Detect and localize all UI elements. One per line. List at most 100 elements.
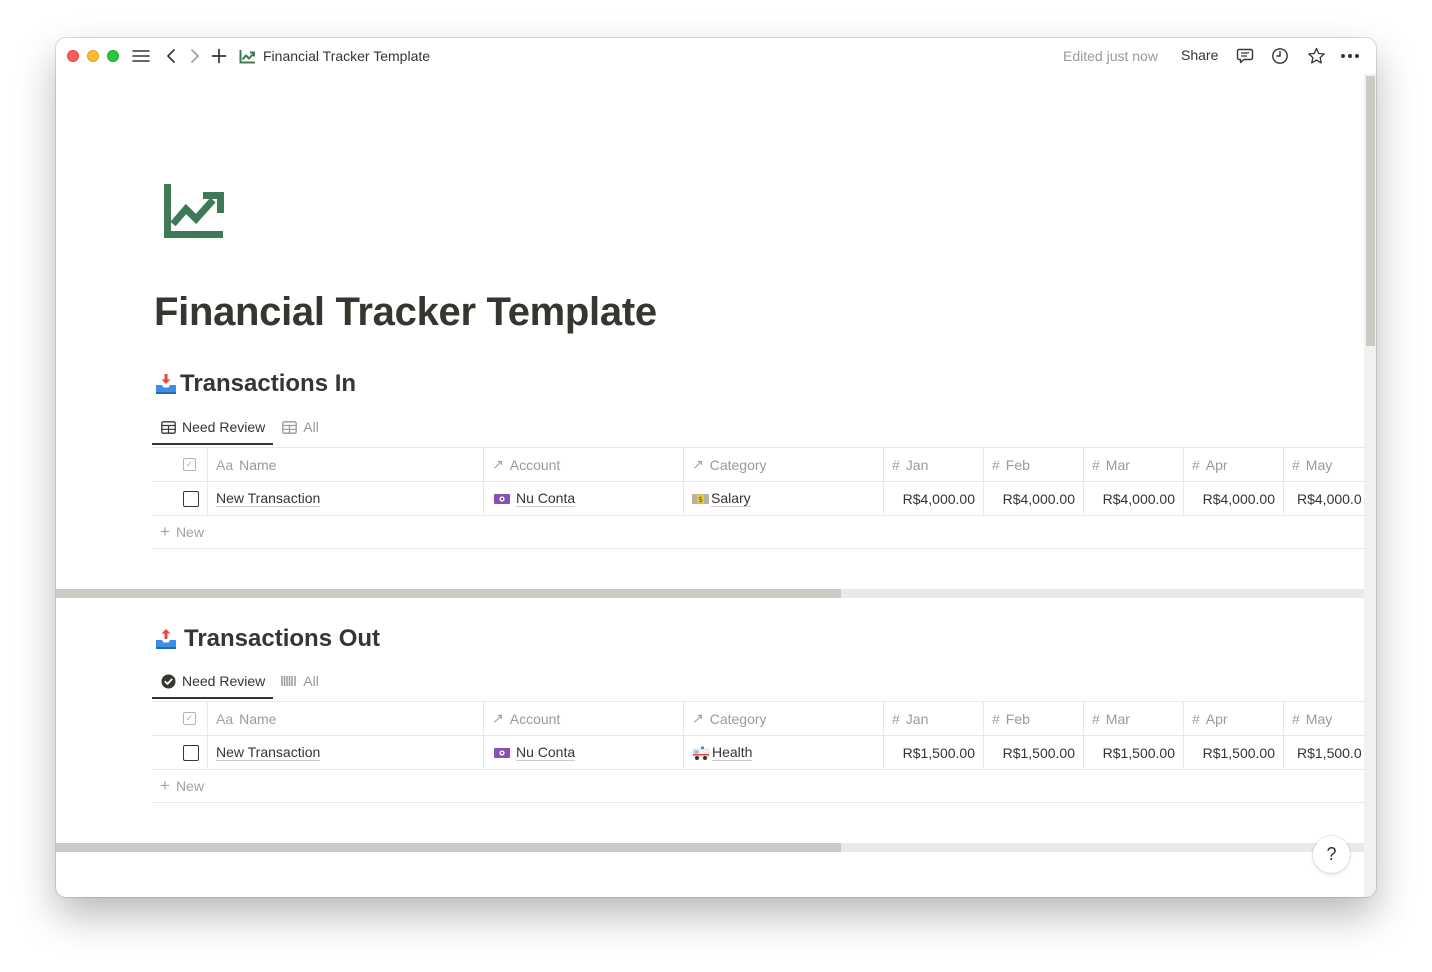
minimize-window-button[interactable] xyxy=(87,50,99,62)
mar-value[interactable]: R$1,500.00 xyxy=(1084,736,1184,769)
add-new-row-button[interactable]: + New xyxy=(152,516,1366,549)
category-link[interactable]: Health xyxy=(712,744,753,761)
feb-value[interactable]: R$4,000.00 xyxy=(984,482,1084,515)
relation-arrow-icon: ↗ xyxy=(492,456,504,472)
name-cell[interactable]: New Transaction xyxy=(208,736,484,769)
close-window-button[interactable] xyxy=(67,50,79,62)
column-header-account[interactable]: ↗ Account xyxy=(484,448,684,481)
back-icon[interactable] xyxy=(161,46,181,66)
category-cell[interactable]: $ Salary xyxy=(684,482,884,515)
feb-value[interactable]: R$1,500.00 xyxy=(984,736,1084,769)
inbox-tray-icon xyxy=(154,372,178,396)
barcode-icon xyxy=(281,673,297,689)
column-label: Mar xyxy=(1105,456,1130,473)
row-checkbox-cell xyxy=(152,736,208,769)
may-value[interactable]: R$4,000.0 xyxy=(1284,482,1366,515)
row-checkbox[interactable] xyxy=(183,744,199,761)
tab-all[interactable]: All xyxy=(273,410,327,444)
plus-icon: + xyxy=(160,776,170,795)
page-chart-icon[interactable] xyxy=(163,184,225,240)
section-title-transactions-out[interactable]: Transactions Out xyxy=(154,625,380,653)
name-cell[interactable]: New Transaction xyxy=(208,482,484,515)
column-label: Apr xyxy=(1205,710,1228,727)
column-label: Name xyxy=(239,456,277,473)
column-header-category[interactable]: ↗ Category xyxy=(684,702,884,735)
number-hash-icon: # xyxy=(892,456,900,473)
column-header-name[interactable]: Aa Name xyxy=(208,448,484,481)
column-header-mar[interactable]: # Mar xyxy=(1084,702,1184,735)
column-label: Mar xyxy=(1105,710,1130,727)
table-header-row: ✓ Aa Name ↗ Account ↗ Category # Jan # Feb # M… xyxy=(152,702,1366,736)
column-header-mar[interactable]: # Mar xyxy=(1084,448,1184,481)
column-header-category[interactable]: ↗ Category xyxy=(684,448,884,481)
tab-all[interactable]: All xyxy=(273,664,327,698)
view-tabs-in: Need Review All xyxy=(152,410,327,445)
column-header-feb[interactable]: # Feb xyxy=(984,702,1084,735)
comments-icon[interactable] xyxy=(1235,46,1255,66)
account-cell[interactable]: Nu Conta xyxy=(484,736,684,769)
svg-text:$: $ xyxy=(698,495,703,504)
sidebar-menu-icon[interactable] xyxy=(131,46,151,66)
account-link[interactable]: Nu Conta xyxy=(516,490,576,507)
column-label: Account xyxy=(509,456,561,473)
account-cell[interactable]: Nu Conta xyxy=(484,482,684,515)
category-link[interactable]: Salary xyxy=(711,490,751,507)
new-page-icon[interactable] xyxy=(209,46,229,66)
dollar-banknote-icon: $ xyxy=(692,493,709,505)
tab-label: Need Review xyxy=(182,419,266,435)
header-select-all[interactable]: ✓ xyxy=(152,702,208,735)
tab-need-review[interactable]: Need Review xyxy=(152,664,274,699)
horizontal-scrollbar-thumb-in[interactable] xyxy=(56,589,841,598)
column-header-name[interactable]: Aa Name xyxy=(208,702,484,735)
help-button[interactable]: ? xyxy=(1313,836,1350,873)
history-clock-icon[interactable] xyxy=(1270,46,1290,66)
column-label: Apr xyxy=(1205,456,1228,473)
relation-arrow-icon: ↗ xyxy=(492,710,504,726)
transaction-name-link[interactable]: New Transaction xyxy=(216,744,321,761)
breadcrumb-page-title[interactable]: Financial Tracker Template xyxy=(263,48,430,64)
column-header-apr[interactable]: # Apr xyxy=(1184,448,1284,481)
apr-value[interactable]: R$4,000.00 xyxy=(1184,482,1284,515)
column-header-apr[interactable]: # Apr xyxy=(1184,702,1284,735)
jan-value[interactable]: R$1,500.00 xyxy=(884,736,984,769)
section-title-text: Transactions Out xyxy=(184,625,381,652)
table-header-row: ✓ Aa Name ↗ Account ↗ Category # Jan # Feb # M… xyxy=(152,448,1366,482)
text-property-icon: Aa xyxy=(216,710,234,727)
apr-value[interactable]: R$1,500.00 xyxy=(1184,736,1284,769)
number-hash-icon: # xyxy=(892,710,900,727)
account-link[interactable]: Nu Conta xyxy=(516,744,576,761)
header-select-all[interactable]: ✓ xyxy=(152,448,208,481)
column-label: Jan xyxy=(905,710,929,727)
column-header-may[interactable]: # May xyxy=(1284,702,1366,735)
table-row[interactable]: New Transaction Nu Conta $ Salary R$4,00… xyxy=(152,482,1366,516)
chart-line-up-icon xyxy=(237,46,257,66)
forward-icon[interactable] xyxy=(185,46,205,66)
section-title-transactions-in[interactable]: Transactions In xyxy=(154,370,356,398)
category-cell[interactable]: Health xyxy=(684,736,884,769)
checkbox-icon: ✓ xyxy=(183,458,196,471)
text-property-icon: Aa xyxy=(216,456,234,473)
favorite-star-icon[interactable] xyxy=(1306,46,1326,66)
row-checkbox[interactable] xyxy=(183,490,199,507)
transaction-name-link[interactable]: New Transaction xyxy=(216,490,321,507)
vertical-scrollbar-thumb[interactable] xyxy=(1366,76,1375,346)
column-header-account[interactable]: ↗ Account xyxy=(484,702,684,735)
table-row[interactable]: New Transaction Nu Conta Health R$1,500.… xyxy=(152,736,1366,770)
column-header-jan[interactable]: # Jan xyxy=(884,448,984,481)
transactions-out-table: ✓ Aa Name ↗ Account ↗ Category # Jan # Feb # M… xyxy=(152,701,1366,803)
add-new-row-button[interactable]: + New xyxy=(152,770,1366,803)
new-label: New xyxy=(175,778,204,794)
share-button[interactable]: Share xyxy=(1181,47,1218,63)
horizontal-scrollbar-thumb-out[interactable] xyxy=(56,843,841,852)
may-value[interactable]: R$1,500.0 xyxy=(1284,736,1366,769)
maximize-window-button[interactable] xyxy=(107,50,119,62)
jan-value[interactable]: R$4,000.00 xyxy=(884,482,984,515)
mar-value[interactable]: R$4,000.00 xyxy=(1084,482,1184,515)
more-dots-icon[interactable] xyxy=(1340,46,1360,66)
page-title[interactable]: Financial Tracker Template xyxy=(154,290,657,335)
relation-arrow-icon: ↗ xyxy=(692,456,704,472)
column-header-may[interactable]: # May xyxy=(1284,448,1366,481)
column-header-feb[interactable]: # Feb xyxy=(984,448,1084,481)
column-header-jan[interactable]: # Jan xyxy=(884,702,984,735)
tab-need-review[interactable]: Need Review xyxy=(152,410,274,445)
